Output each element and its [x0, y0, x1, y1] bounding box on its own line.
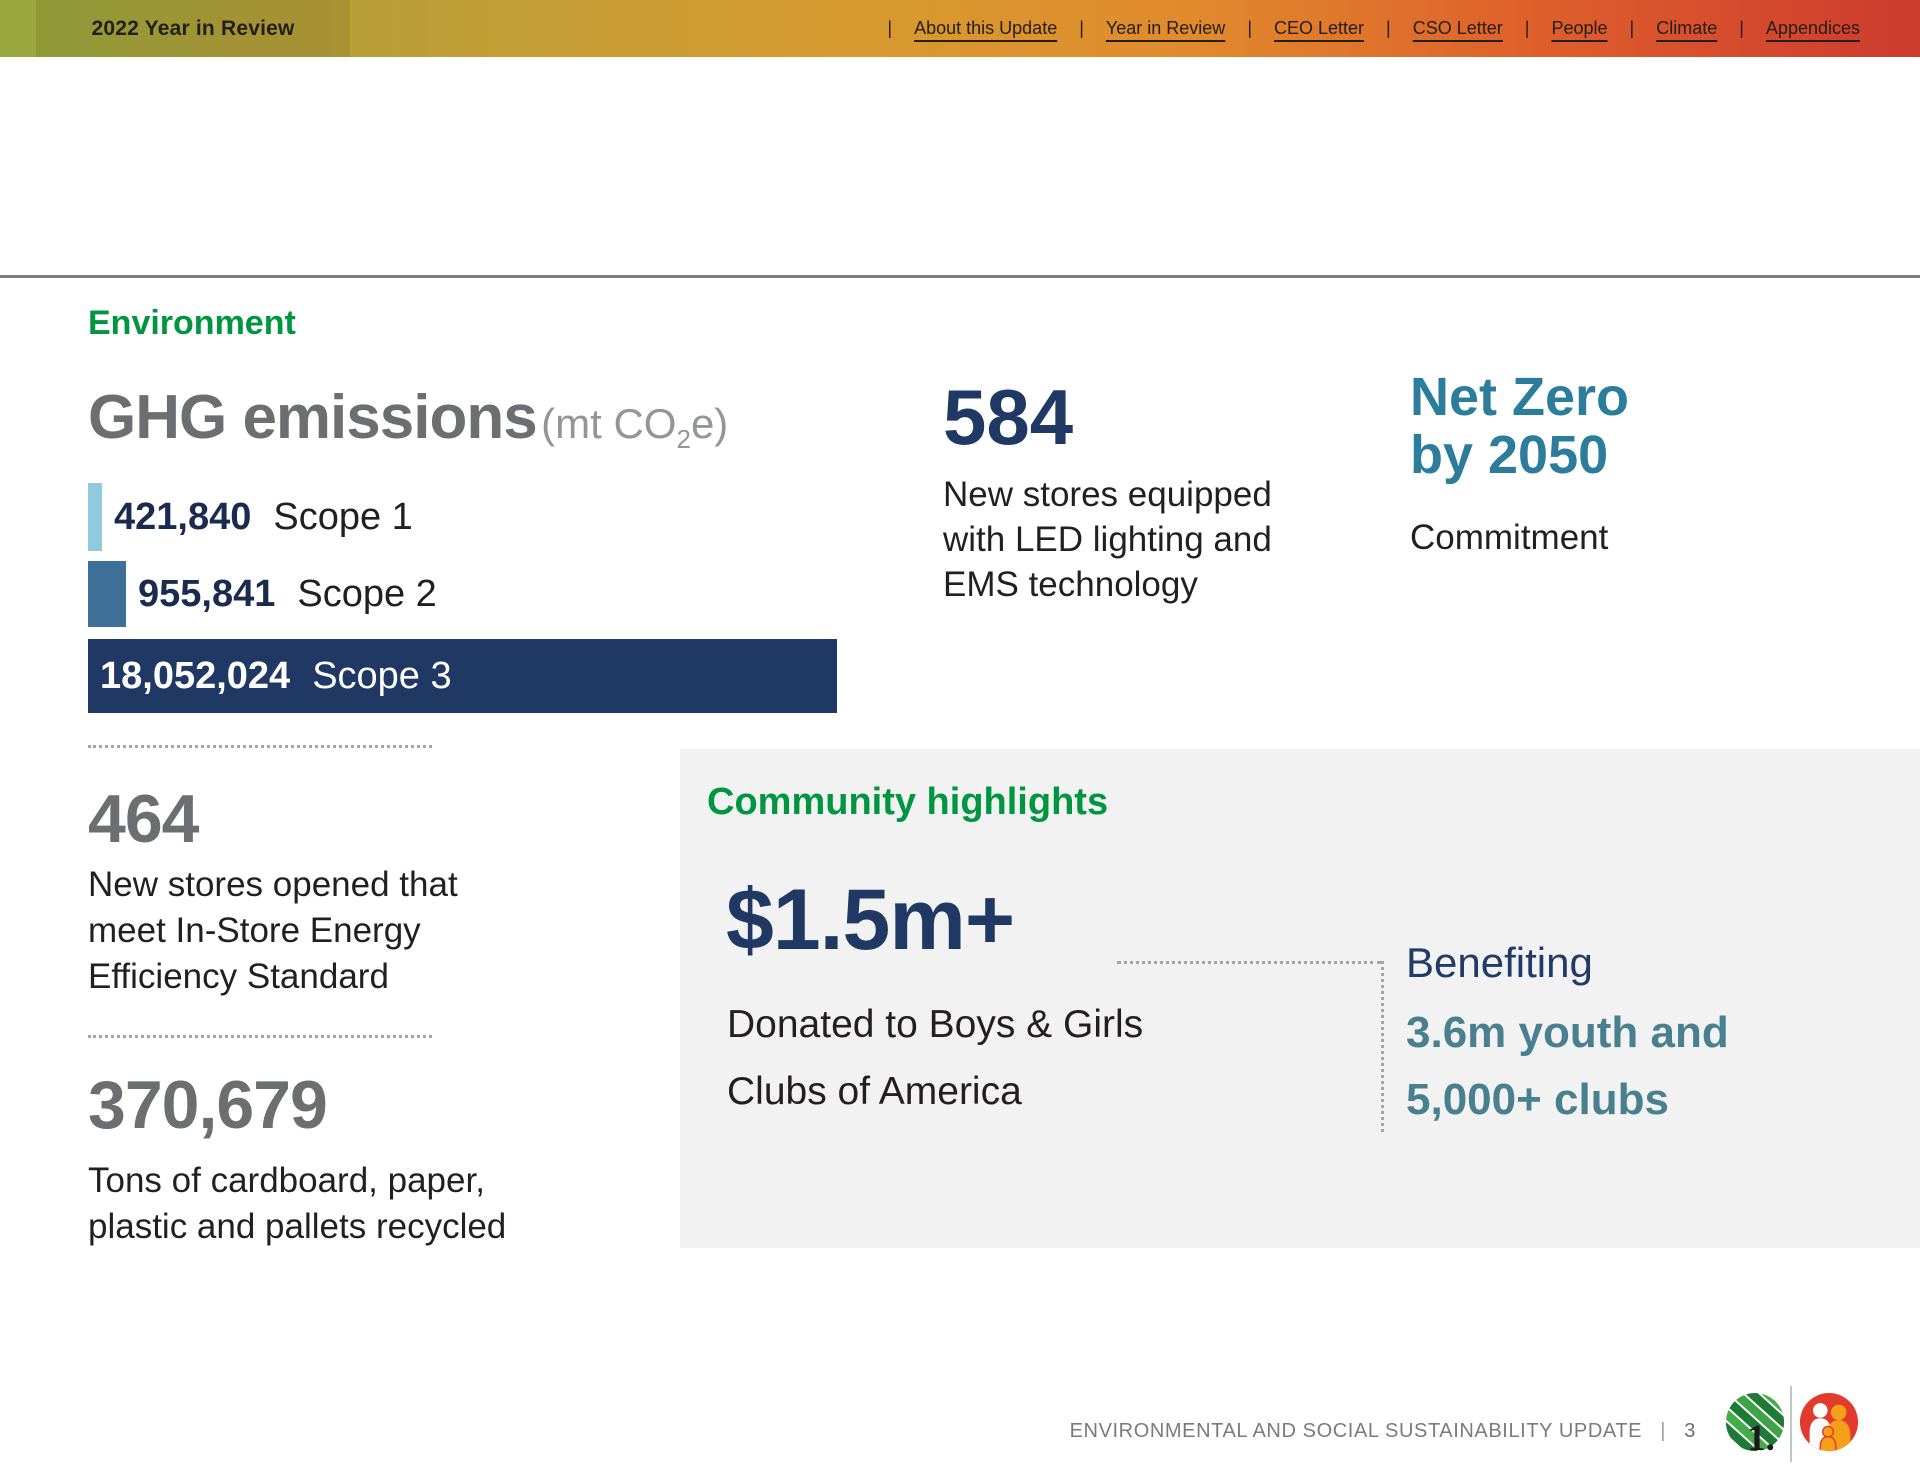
- nav-link-people[interactable]: People: [1551, 18, 1607, 39]
- nav-link-climate[interactable]: Climate: [1656, 18, 1717, 39]
- nav-separator: |: [887, 18, 892, 39]
- current-section-tab: 2022 Year in Review: [36, 0, 350, 57]
- stat-recycled-caption: Tons of cardboard, paper, plastic and pa…: [88, 1158, 506, 1250]
- family-dollar-logo: [1798, 1392, 1860, 1461]
- stat-led-stores-value: 584: [943, 372, 1073, 463]
- net-zero-headline: Net Zero by 2050: [1410, 368, 1629, 484]
- stat-recycled-value: 370,679: [88, 1066, 327, 1144]
- ghg-bar-row-scope2: 955,841 Scope 2: [88, 561, 437, 627]
- dotted-connector-vertical: [1381, 961, 1384, 1132]
- dotted-connector-horizontal: [1117, 961, 1381, 964]
- scope1-value: 421,840: [114, 496, 251, 539]
- stat-efficiency-stores-caption: New stores opened that meet In-Store Ene…: [88, 862, 458, 1000]
- scope3-label: Scope 3: [312, 655, 451, 698]
- header-divider: [0, 275, 1920, 278]
- donation-value: $1.5m+: [726, 871, 1014, 970]
- ghg-unit-suffix: e): [691, 400, 728, 447]
- nav-link-about-this-update[interactable]: About this Update: [914, 18, 1057, 39]
- report-title: 2022 Year in Review: [91, 17, 294, 41]
- ghg-bar-row-scope1: 421,840 Scope 1: [88, 483, 413, 551]
- donation-caption: Donated to Boys & Girls Clubs of America: [727, 991, 1143, 1125]
- scope2-value: 955,841: [138, 573, 275, 616]
- nav-link-appendices[interactable]: Appendices: [1766, 18, 1860, 39]
- nav-separator: |: [1630, 18, 1635, 39]
- nav-link-year-in-review[interactable]: Year in Review: [1106, 18, 1225, 39]
- footer: ENVIRONMENTAL AND SOCIAL SUSTAINABILITY …: [0, 1420, 1696, 1443]
- scope2-label: Scope 2: [297, 573, 436, 616]
- ghg-bar-row-scope3: 18,052,024 Scope 3: [88, 639, 837, 713]
- ghg-emissions-title: GHG emissions: [88, 383, 537, 452]
- nav-separator: |: [1525, 18, 1530, 39]
- footer-separator: |: [1660, 1420, 1666, 1442]
- nav-separator: |: [1079, 18, 1084, 39]
- stat-led-stores-caption: New stores equipped with LED lighting an…: [943, 472, 1272, 607]
- report-page: 2022 Year in Review | About this Update …: [0, 0, 1920, 1474]
- net-zero-caption: Commitment: [1410, 518, 1608, 558]
- dollar-tree-one-glyph: 1.: [1747, 1417, 1775, 1456]
- nav-link-ceo-letter[interactable]: CEO Letter: [1274, 18, 1364, 39]
- dollar-tree-logo: 1.: [1724, 1392, 1786, 1461]
- nav-separator: |: [1247, 18, 1252, 39]
- dotted-divider: [88, 745, 432, 748]
- footer-page-number: 3: [1684, 1420, 1696, 1442]
- benefit-intro: Benefiting: [1406, 939, 1593, 987]
- scope1-label: Scope 1: [273, 496, 412, 539]
- scope3-bar: 18,052,024 Scope 3: [88, 639, 837, 713]
- nav-link-cso-letter[interactable]: CSO Letter: [1413, 18, 1503, 39]
- stat-efficiency-stores-value: 464: [88, 780, 198, 858]
- scope1-bar: [88, 483, 102, 551]
- footer-report-name: ENVIRONMENTAL AND SOCIAL SUSTAINABILITY …: [1070, 1420, 1643, 1442]
- logo-divider: [1790, 1386, 1792, 1462]
- dotted-divider: [88, 1035, 432, 1038]
- section-title-environment: Environment: [88, 304, 296, 343]
- benefit-detail: 3.6m youth and 5,000+ clubs: [1406, 999, 1729, 1133]
- community-highlights-panel: Community highlights $1.5m+ Donated to B…: [680, 749, 1920, 1248]
- scope3-value: 18,052,024: [100, 655, 290, 698]
- section-title-community-highlights: Community highlights: [707, 781, 1108, 824]
- scope2-bar: [88, 561, 126, 627]
- ghg-unit-subscript: 2: [676, 424, 690, 454]
- nav-separator: |: [1739, 18, 1744, 39]
- nav-separator: |: [1386, 18, 1391, 39]
- ghg-unit-prefix: (mt CO: [541, 400, 676, 447]
- top-nav-bar: 2022 Year in Review | About this Update …: [0, 0, 1920, 57]
- ghg-emissions-heading: GHG emissions (mt CO2e): [88, 382, 728, 455]
- nav-links: | About this Update | Year in Review | C…: [887, 0, 1860, 57]
